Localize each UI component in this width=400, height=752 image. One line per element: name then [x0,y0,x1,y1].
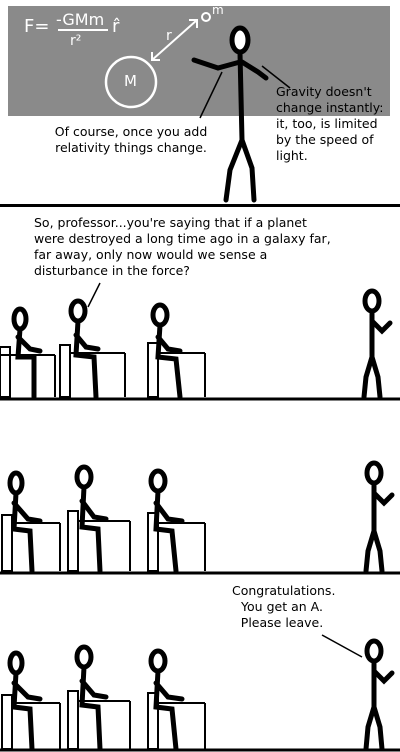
test-mass-label: m [212,3,224,17]
panel-4-art [0,634,400,752]
panel-3 [0,403,400,575]
mass-label: M [124,72,137,90]
panel-1: F= -GMm r² r̂ M m r Of course, once you … [0,0,400,205]
panel-2: So, professor...you're saying that if a … [0,207,400,402]
right-caption: Gravity doesn't change instantly: it, to… [276,84,384,163]
student-speech-line [87,282,101,308]
left-caption: Of course, once you add relativity thing… [54,124,208,155]
panel-3-art [0,460,400,575]
equation-numerator: -GMm [56,10,105,29]
professor-caption: Congratulations. You get an A. Please le… [232,583,336,630]
equation-lhs: F= [24,16,50,37]
student-caption: So, professor...you're saying that if a … [34,215,331,278]
equation-denominator: r² [70,33,82,49]
distance-label: r [166,28,172,44]
professor-speech-line [321,634,363,658]
equation-unit-vector: r̂ [112,16,120,37]
panel-4: Congratulations. You get an A. Please le… [0,577,400,752]
